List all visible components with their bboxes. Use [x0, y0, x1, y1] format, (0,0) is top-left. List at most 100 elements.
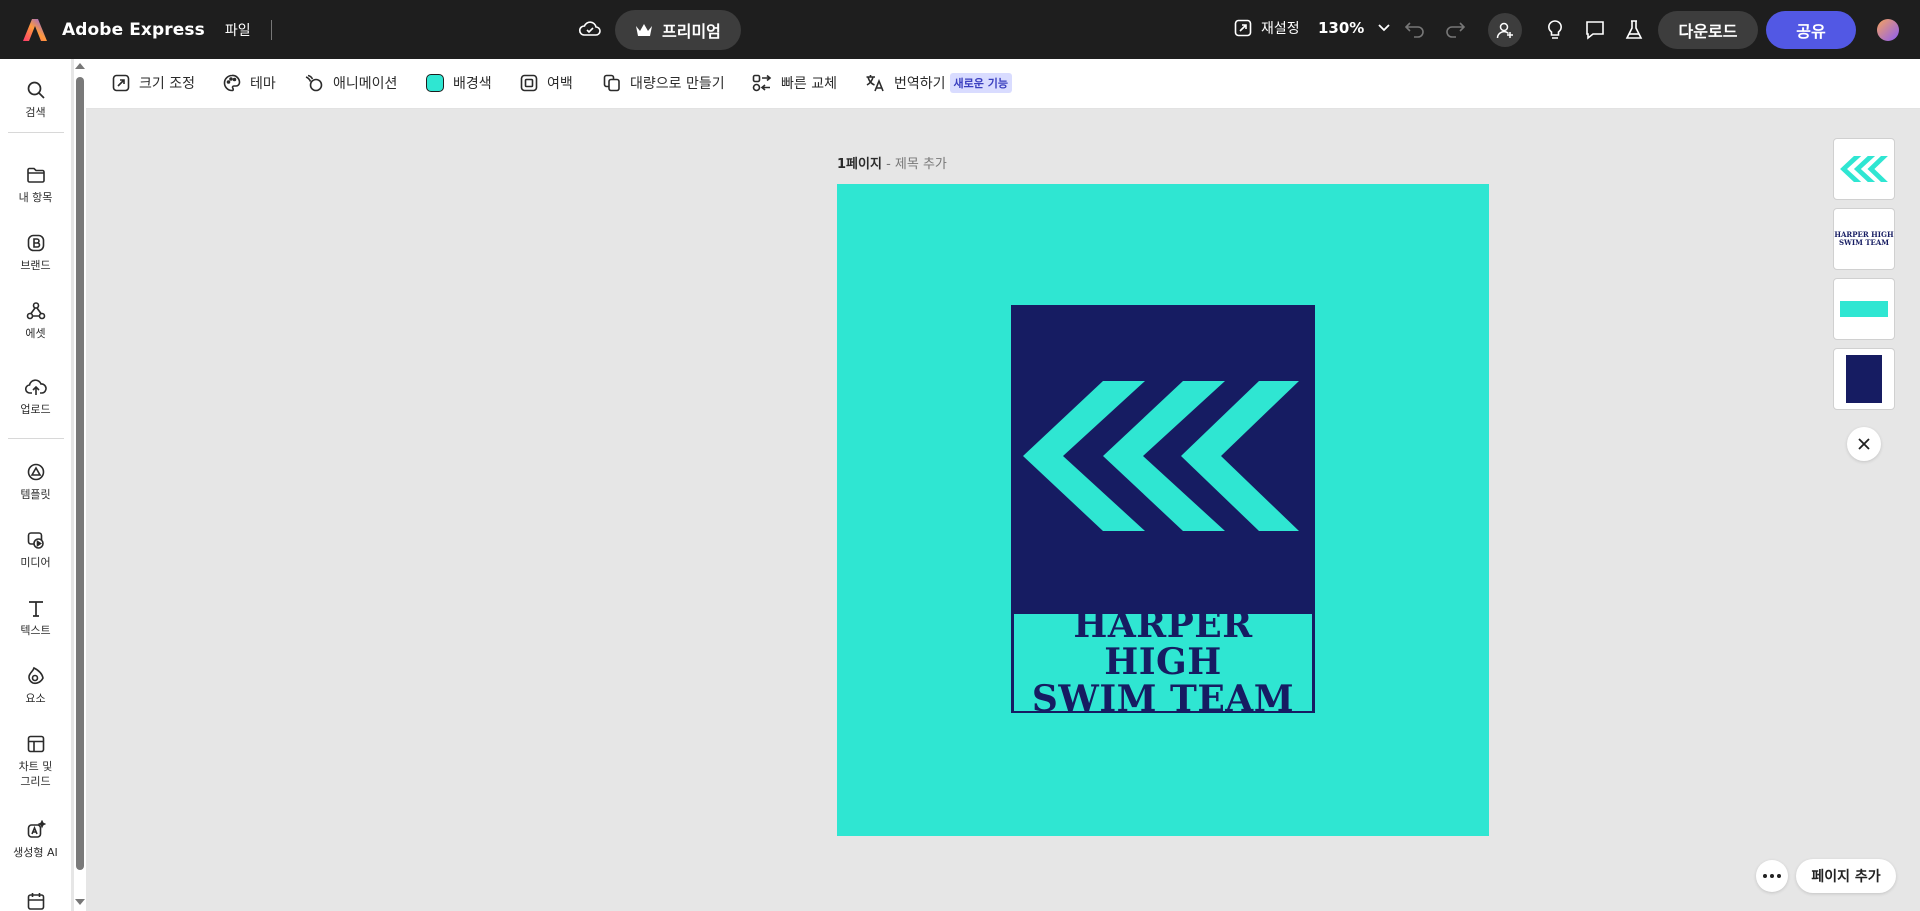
toolbar-bulk-create[interactable]: 대량으로 만들기 — [603, 73, 725, 93]
layer-thumb-text[interactable]: HARPER HIGH SWIM TEAM — [1833, 208, 1895, 270]
sidebar-item-my-stuff[interactable]: 내 항목 — [0, 165, 71, 205]
page-title[interactable]: 1페이지 - 제목 추가 — [837, 153, 947, 172]
add-page-button[interactable]: 페이지 추가 — [1796, 859, 1896, 893]
close-layers-button[interactable] — [1847, 427, 1881, 461]
cloud-sync-icon[interactable] — [578, 18, 602, 40]
logo-text-box[interactable]: HARPER HIGH SWIM TEAM — [1014, 607, 1312, 718]
brand-icon — [27, 234, 44, 252]
chevron-down-icon — [1378, 24, 1390, 32]
scroll-up-arrow-icon[interactable] — [75, 63, 85, 69]
zoom-level: 130% — [1318, 19, 1365, 37]
lightbulb-icon[interactable] — [1545, 19, 1565, 41]
resize-label: 재설정 — [1261, 21, 1300, 37]
crown-icon — [636, 24, 652, 36]
toolbar-quick-replace-label: 빠른 교체 — [781, 76, 837, 92]
sidebar-item-brand[interactable]: 브랜드 — [0, 233, 71, 273]
toolbar-animation[interactable]: 애니메이션 — [304, 73, 397, 93]
toolbar-quick-replace[interactable]: 빠른 교체 — [752, 73, 837, 93]
calendar-icon[interactable] — [26, 891, 46, 911]
page-number-label: 1페이지 — [837, 157, 882, 172]
animation-icon — [305, 74, 323, 92]
sidebar-item-search[interactable]: 검색 — [0, 80, 71, 120]
assets-icon — [26, 302, 45, 320]
chevrons-left-icon[interactable] — [1023, 381, 1299, 531]
sidebar-item-label: 요소 — [25, 692, 46, 705]
premium-button[interactable]: 프리미엄 — [615, 10, 741, 50]
layer-thumb-chevrons[interactable] — [1833, 138, 1895, 200]
layer-thumb-line2: SWIM TEAM — [1838, 238, 1890, 247]
toolbar-background-color[interactable]: 배경색 — [426, 73, 492, 93]
share-button[interactable]: 공유 — [1766, 11, 1856, 49]
undo-icon[interactable] — [1404, 19, 1426, 39]
page-title-placeholder[interactable]: - 제목 추가 — [886, 157, 947, 172]
sidebar-item-label: 텍스트 — [20, 624, 51, 637]
more-icon — [1763, 874, 1781, 878]
text-icon — [28, 601, 43, 617]
padding-icon — [520, 74, 538, 92]
template-icon — [27, 463, 44, 481]
toolbar-bulk-create-label: 대량으로 만들기 — [630, 76, 725, 92]
elements-icon — [27, 666, 44, 685]
sidebar-item-upload[interactable]: 업로드 — [0, 377, 71, 417]
sidebar-item-assets[interactable]: 에셋 — [0, 301, 71, 341]
top-bar: Adobe Express 파일 프리미엄 재설정 130% 다운로드 공유 — [0, 0, 1920, 59]
divider — [8, 438, 64, 439]
toolbar-resize-label: 크기 조정 — [139, 76, 195, 92]
layer-thumb-text-box[interactable] — [1833, 278, 1895, 340]
bulk-create-icon — [603, 74, 620, 92]
toolbar-padding[interactable]: 여백 — [520, 73, 573, 93]
search-icon — [27, 81, 45, 99]
toolbar-theme-label: 테마 — [250, 76, 276, 92]
sidebar-item-text[interactable]: 텍스트 — [0, 598, 71, 638]
sidebar-item-label: 에셋 — [25, 327, 46, 340]
toolbar-theme[interactable]: 테마 — [223, 73, 276, 93]
scroll-down-arrow-icon[interactable] — [75, 899, 85, 905]
download-button[interactable]: 다운로드 — [1658, 11, 1758, 49]
file-menu[interactable]: 파일 — [225, 20, 251, 40]
sidebar-item-label: 브랜드 — [20, 259, 51, 272]
divider — [8, 132, 64, 133]
sidebar-item-media[interactable]: 미디어 — [0, 530, 71, 570]
app-name: Adobe Express — [62, 19, 205, 40]
invite-button[interactable] — [1488, 13, 1522, 47]
beaker-icon[interactable] — [1624, 19, 1644, 41]
sidebar-item-label: 업로드 — [20, 403, 51, 416]
palette-icon — [223, 74, 241, 92]
new-feature-badge: 새로운 기능 — [949, 73, 1012, 93]
sidebar-item-label: 검색 — [25, 106, 46, 119]
toolbar-resize[interactable]: 크기 조정 — [112, 73, 195, 93]
resize-icon — [112, 74, 130, 92]
layer-thumb-navy-rect[interactable] — [1833, 348, 1895, 410]
quick-replace-icon — [752, 74, 772, 92]
sidebar-item-label: 생성형 AI — [13, 846, 58, 859]
chevrons-left-icon — [1840, 156, 1888, 182]
sidebar-item-label: 템플릿 — [20, 488, 51, 501]
logo-text-line2[interactable]: SWIM TEAM — [1032, 681, 1294, 718]
color-swatch — [426, 74, 444, 92]
media-icon — [27, 532, 44, 549]
sidebar-item-templates[interactable]: 템플릿 — [0, 462, 71, 502]
sidebar-item-charts-grids[interactable]: 차트 및 그리드 — [0, 734, 71, 789]
more-options-button[interactable] — [1756, 860, 1788, 892]
sidebar-scrollbar-thumb[interactable] — [76, 77, 84, 870]
sidebar-item-label: 내 항목 — [18, 191, 53, 204]
sidebar-item-elements[interactable]: 요소 — [0, 666, 71, 706]
logo-text-line1[interactable]: HARPER HIGH — [1014, 607, 1312, 681]
add-user-icon — [1496, 22, 1513, 39]
resize-button[interactable]: 재설정 — [1234, 18, 1300, 38]
adobe-express-logo-icon[interactable] — [22, 17, 48, 43]
logo-background-rect[interactable]: HARPER HIGH SWIM TEAM — [1011, 305, 1315, 718]
sidebar-item-generative-ai[interactable]: 생성형 AI — [0, 820, 71, 860]
toolbar-background-color-label: 배경색 — [453, 76, 492, 92]
premium-label: 프리미엄 — [662, 22, 721, 41]
avatar[interactable] — [1877, 19, 1899, 41]
sidebar-item-label: 차트 및 그리드 — [18, 760, 53, 788]
comment-icon[interactable] — [1584, 19, 1606, 41]
artboard[interactable]: HARPER HIGH SWIM TEAM — [837, 184, 1489, 836]
redo-icon[interactable] — [1444, 19, 1466, 39]
zoom-dropdown[interactable]: 130% — [1318, 19, 1390, 37]
layer-thumb-rect-preview — [1840, 301, 1888, 317]
layer-thumb-navy-preview — [1846, 355, 1882, 403]
toolbar-translate[interactable]: 번역하기 새로운 기능 — [865, 73, 1012, 93]
folder-icon — [26, 167, 45, 183]
